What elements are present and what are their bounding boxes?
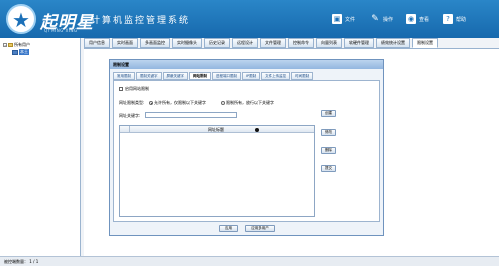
search-icon: ◉ [406, 14, 416, 24]
app-title: 计算机监控管理系统 [91, 16, 191, 26]
apply-multi-user-button[interactable]: 应用多用户 [245, 225, 275, 232]
radio-block-icon[interactable] [221, 101, 225, 105]
main-tabs: 用户信息 实时画面 多画面监控 实时摄像头 历史记录 远程设计 文件管理 控制命… [84, 38, 440, 48]
submit-button[interactable]: 提交 [321, 165, 336, 172]
grid-header: 网址标题 [120, 126, 314, 133]
collapse-icon[interactable]: − [3, 43, 7, 47]
type-label: 网址限制类型: [119, 100, 145, 105]
file-menu-button[interactable]: ▣ 文件 [332, 13, 355, 25]
file-menu-label: 文件 [345, 16, 356, 23]
radio-allow-label: 允许所有，仅限制以下关键字 [154, 100, 206, 105]
wrench-icon: ✎ [371, 14, 379, 24]
tab-user-info[interactable]: 用户信息 [84, 38, 110, 48]
tab-restrictions[interactable]: 限制设置 [412, 38, 438, 48]
logo-icon: ★ [6, 4, 36, 34]
tab-performance[interactable]: 绩效统计设置 [376, 38, 410, 48]
radio-allow-all[interactable]: 允许所有，仅限制以下关键字 [149, 100, 206, 106]
itab-upload[interactable]: 文件上传监控 [261, 72, 291, 80]
itab-block-keywords[interactable]: 屏蔽关键字 [162, 72, 188, 80]
operate-menu-label: 操作 [383, 16, 394, 23]
computer-icon [12, 49, 18, 55]
itab-website[interactable]: 网站限制 [189, 72, 211, 80]
itab-keywords[interactable]: 限制关键字 [136, 72, 162, 80]
help-menu-button[interactable]: ? 帮助 [443, 13, 466, 25]
itab-time[interactable]: 时间限制 [291, 72, 314, 80]
tab-remote[interactable]: 远程设计 [232, 38, 258, 48]
restriction-dialog: 限制设置 常用限制 限制关键字 屏蔽关键字 网站限制 进程端口限制 IP限制 文… [109, 59, 384, 236]
radio-block-label: 限制所有，放行以下关键字 [226, 100, 274, 105]
itab-common[interactable]: 常用限制 [113, 72, 135, 80]
tab-hardware[interactable]: 软硬件管理 [344, 38, 374, 48]
tree-item-label: 本王 [19, 49, 29, 55]
tab-camera[interactable]: 实时摄像头 [172, 38, 202, 48]
dialog-title: 限制设置 [110, 60, 383, 69]
keyword-grid[interactable]: 网址标题 [119, 125, 315, 217]
help-menu-label: 帮助 [456, 16, 467, 23]
tab-vector-list[interactable]: 向量列表 [316, 38, 342, 48]
enable-label: 启用网站限制 [125, 86, 149, 91]
create-button[interactable]: 创建 [321, 110, 336, 117]
radio-block-all[interactable]: 限制所有，放行以下关键字 [221, 100, 274, 106]
folder-icon: ▣ [332, 14, 342, 24]
cursor-icon [255, 127, 259, 132]
tab-realtime-screen[interactable]: 实时画面 [112, 38, 138, 48]
tree-item-user[interactable]: 本王 [12, 49, 29, 55]
website-panel: 启用网站限制 网址限制类型: 允许所有，仅限制以下关键字 限制所有，放行以下关键… [113, 80, 380, 222]
view-menu-button[interactable]: ◉ 查看 [406, 13, 429, 25]
keyword-label: 网址关键字: [119, 113, 141, 118]
logo-sub: QI MING XING [44, 28, 78, 33]
app-header: ★ 起明星 QI MING XING 计算机监控管理系统 ▣ 文件 ✎ 操作 ◉… [0, 0, 499, 38]
user-tree: − 所有用户 本王 [0, 38, 81, 256]
grid-index-column [120, 126, 130, 133]
grid-header-title[interactable]: 网址标题 [208, 127, 224, 133]
view-menu-label: 查看 [419, 16, 430, 23]
tab-history[interactable]: 历史记录 [204, 38, 230, 48]
enable-website-limit[interactable]: 启用网站限制 [119, 86, 149, 92]
tab-files[interactable]: 文件管理 [260, 38, 286, 48]
enable-checkbox[interactable] [119, 87, 123, 91]
folder-icon [8, 43, 13, 47]
tree-root[interactable]: − 所有用户 [3, 42, 30, 48]
itab-ip[interactable]: IP限制 [242, 72, 261, 80]
restriction-tabs: 常用限制 限制关键字 屏蔽关键字 网站限制 进程端口限制 IP限制 文件上传监控… [113, 72, 314, 80]
delete-button[interactable]: 删除 [321, 147, 336, 154]
itab-process-port[interactable]: 进程端口限制 [212, 72, 241, 80]
apply-button[interactable]: 应用 [219, 225, 238, 232]
tree-root-label: 所有用户 [14, 42, 30, 47]
modify-button[interactable]: 修改 [321, 129, 336, 136]
tab-multi-screen[interactable]: 多画面监控 [140, 38, 170, 48]
tab-commands[interactable]: 控制命令 [288, 38, 314, 48]
help-icon: ? [443, 14, 453, 24]
keyword-input[interactable] [145, 112, 237, 118]
radio-allow-icon[interactable] [149, 101, 153, 105]
operate-menu-button[interactable]: ✎ 操作 [370, 13, 393, 25]
status-bar: 被控端数量： 1 / 1 [0, 256, 499, 266]
